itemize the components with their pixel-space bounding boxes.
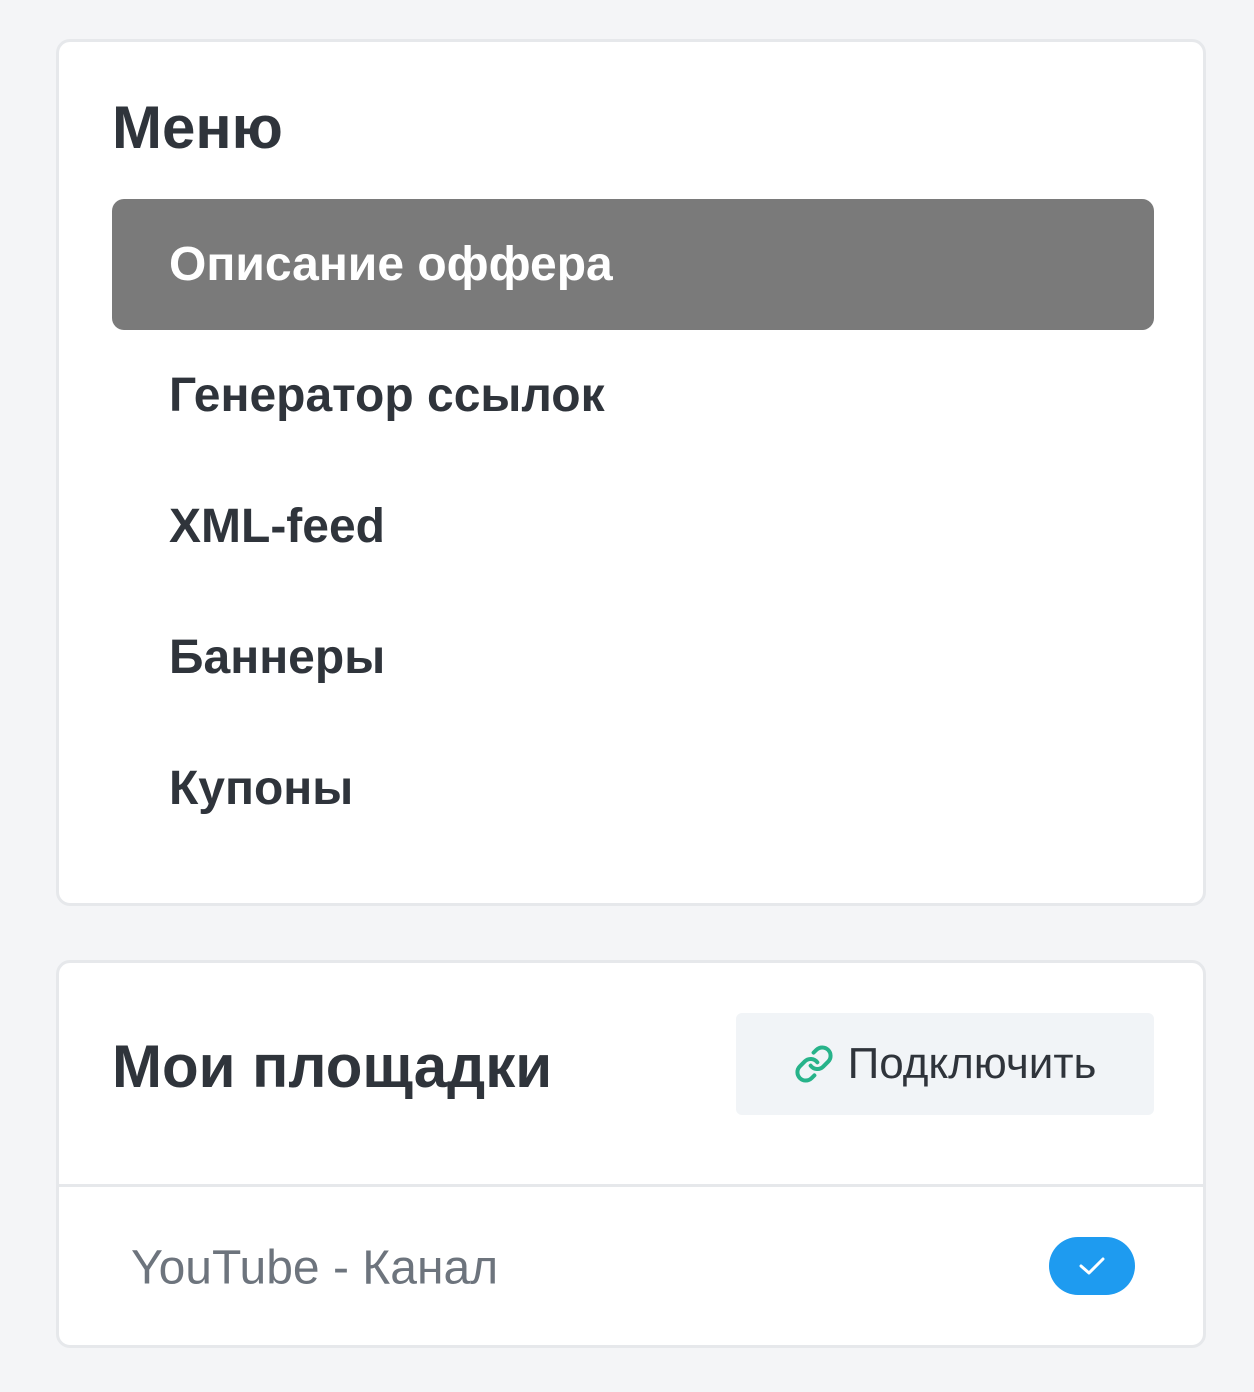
link-icon (794, 1044, 834, 1084)
connect-button[interactable]: Подключить (736, 1013, 1154, 1115)
menu-title: Меню (112, 94, 283, 161)
menu-item-offer-description[interactable]: Описание оффера (112, 199, 1154, 330)
site-name: YouTube - Канал (131, 1241, 499, 1294)
menu-list: Описание оффера Генератор ссылок XML-fee… (112, 199, 1154, 854)
my-sites-title: Мои площадки (112, 1033, 553, 1100)
menu-item-banners[interactable]: Баннеры (112, 592, 1154, 723)
menu-item-xml-feed[interactable]: XML-feed (112, 461, 1154, 592)
my-sites-card: Мои площадки Подключить YouTube - Канал (56, 960, 1206, 1348)
site-row: YouTube - Канал (59, 1187, 1203, 1348)
connect-button-label: Подключить (847, 1039, 1097, 1088)
site-checked-toggle[interactable] (1049, 1237, 1135, 1295)
menu-item-coupons[interactable]: Купоны (112, 723, 1154, 854)
checkmark-icon (1079, 1257, 1105, 1275)
menu-item-link-generator[interactable]: Генератор ссылок (112, 330, 1154, 461)
menu-card: Меню Описание оффера Генератор ссылок XM… (56, 39, 1206, 906)
